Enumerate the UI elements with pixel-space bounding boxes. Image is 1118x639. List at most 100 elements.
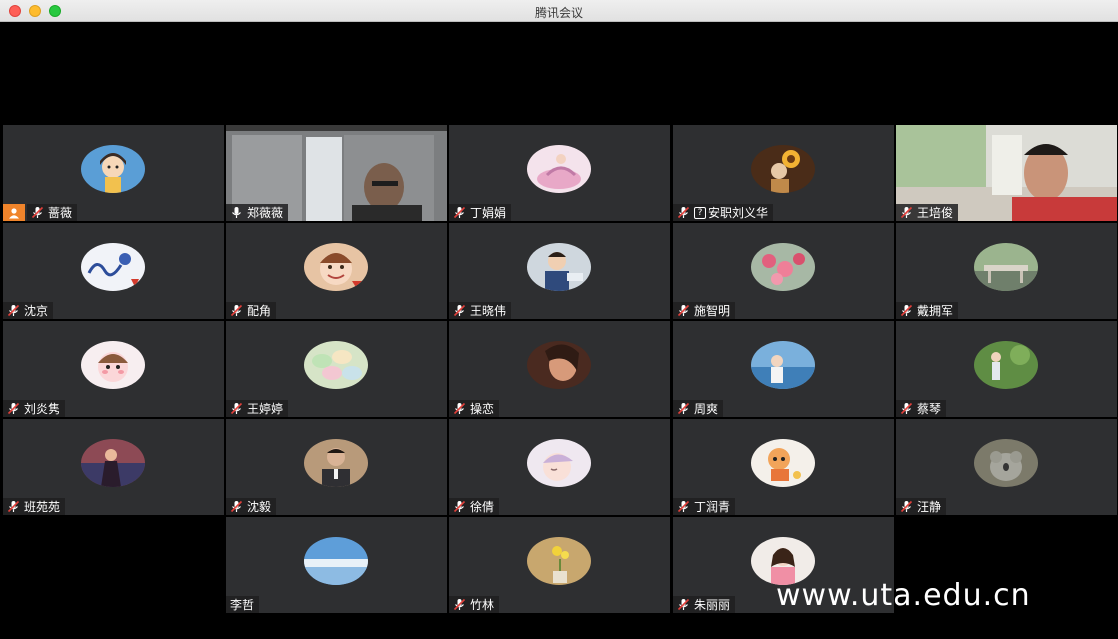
participant-avatar xyxy=(751,145,815,193)
participant-avatar xyxy=(304,243,368,291)
participant-avatar xyxy=(81,145,145,193)
unknown-device-icon: ? xyxy=(694,206,706,219)
participant-tile[interactable]: 王培俊 xyxy=(896,125,1117,221)
participant-name: 周爽 xyxy=(694,402,719,416)
participant-avatar xyxy=(751,439,815,487)
muted-mic-icon xyxy=(900,500,913,513)
participant-name-bar: 班苑苑 xyxy=(3,498,66,515)
participant-tile[interactable]: 丁娟娟 xyxy=(449,125,670,221)
participant-name: 汪静 xyxy=(917,500,942,514)
muted-mic-icon xyxy=(900,402,913,415)
participant-name-bar: 配角 xyxy=(226,302,277,319)
participant-name-bar: 王培俊 xyxy=(896,204,959,221)
mic-icon xyxy=(232,207,241,218)
participant-tile[interactable]: 蔡琴 xyxy=(896,321,1117,417)
host-icon xyxy=(3,204,25,221)
participant-name: 蔡琴 xyxy=(917,402,942,416)
participant-tile[interactable]: 周爽 xyxy=(673,321,894,417)
participant-name-bar: 王婷婷 xyxy=(226,400,289,417)
participant-name: 沈京 xyxy=(24,304,49,318)
participant-name-bar: 王晓伟 xyxy=(449,302,512,319)
participant-name: 班苑苑 xyxy=(24,500,61,514)
participant-tile[interactable]: 操恋 xyxy=(449,321,670,417)
participant-avatar xyxy=(751,243,815,291)
participant-name-bar: 沈毅 xyxy=(226,498,277,515)
participant-tile[interactable]: 徐倩 xyxy=(449,419,670,515)
participant-tile[interactable]: 王晓伟 xyxy=(449,223,670,319)
muted-mic-icon xyxy=(230,402,243,415)
participant-name: 王晓伟 xyxy=(470,304,507,318)
muted-mic-icon xyxy=(677,402,690,415)
participant-tile[interactable]: 沈京 xyxy=(3,223,224,319)
participant-tile[interactable]: 汪静 xyxy=(896,419,1117,515)
participant-name: 朱丽丽 xyxy=(694,598,731,612)
muted-mic-icon xyxy=(677,304,690,317)
participant-tile[interactable]: 沈毅 xyxy=(226,419,447,515)
participant-tile[interactable]: 戴拥军 xyxy=(896,223,1117,319)
participant-tile[interactable]: 竹林 xyxy=(449,517,670,613)
muted-mic-icon xyxy=(453,500,466,513)
participant-name: 戴拥军 xyxy=(917,304,954,318)
participant-tile[interactable]: ? 安职刘义华 xyxy=(673,125,894,221)
participant-avatar xyxy=(527,439,591,487)
participant-tile[interactable]: 班苑苑 xyxy=(3,419,224,515)
participant-name-bar: 汪静 xyxy=(896,498,947,515)
participant-tile[interactable]: 郑薇薇 xyxy=(226,125,447,221)
muted-mic-icon xyxy=(7,500,20,513)
muted-mic-icon xyxy=(453,598,466,611)
participant-name: 配角 xyxy=(247,304,272,318)
participant-name-bar: 施智明 xyxy=(673,302,736,319)
participant-name-bar: 刘炎隽 xyxy=(3,400,66,417)
participant-tile[interactable]: 李哲 xyxy=(226,517,447,613)
participant-name: 施智明 xyxy=(694,304,731,318)
participant-name: 郑薇薇 xyxy=(247,206,284,220)
participant-name: 蔷薇 xyxy=(48,206,73,220)
participant-name-bar: 蔡琴 xyxy=(896,400,947,417)
participant-name-bar: 丁润青 xyxy=(673,498,736,515)
participant-avatar xyxy=(527,341,591,389)
participant-name: 王培俊 xyxy=(917,206,954,220)
muted-mic-icon xyxy=(230,304,243,317)
window-titlebar: 腾讯会议 xyxy=(0,0,1118,22)
participant-tile[interactable]: 刘炎隽 xyxy=(3,321,224,417)
participant-avatar xyxy=(81,243,145,291)
muted-mic-icon xyxy=(677,206,690,219)
participant-tile[interactable]: 丁润青 xyxy=(673,419,894,515)
participant-avatar xyxy=(304,439,368,487)
window-title: 腾讯会议 xyxy=(534,6,583,20)
muted-mic-icon xyxy=(453,206,466,219)
participant-avatar xyxy=(81,341,145,389)
participant-avatar xyxy=(751,341,815,389)
participant-name: 刘炎隽 xyxy=(24,402,61,416)
participant-name: 操恋 xyxy=(470,402,495,416)
muted-mic-icon xyxy=(677,598,690,611)
participant-name-bar: 徐倩 xyxy=(449,498,500,515)
participant-name-bar: 戴拥军 xyxy=(896,302,959,319)
participant-name-bar: 蔷薇 xyxy=(27,204,78,221)
participant-name-bar: 操恋 xyxy=(449,400,500,417)
participant-name-bar: 周爽 xyxy=(673,400,724,417)
participant-tile[interactable]: 配角 xyxy=(226,223,447,319)
muted-mic-icon xyxy=(900,206,913,219)
participant-name-bar: 丁娟娟 xyxy=(449,204,512,221)
participant-tile[interactable]: 王婷婷 xyxy=(226,321,447,417)
participant-tile[interactable]: 蔷薇 xyxy=(3,125,224,221)
muted-mic-icon xyxy=(677,500,690,513)
watermark-text: www.uta.edu.cn xyxy=(776,578,1031,613)
participant-avatar xyxy=(527,537,591,585)
participant-name-bar: ? 安职刘义华 xyxy=(673,204,774,221)
participant-avatar xyxy=(527,145,591,193)
participant-name-bar: 郑薇薇 xyxy=(226,204,289,221)
participant-avatar xyxy=(974,439,1038,487)
participant-name: 安职刘义华 xyxy=(708,206,769,220)
participant-tile[interactable]: 施智明 xyxy=(673,223,894,319)
muted-mic-icon xyxy=(7,402,20,415)
participant-name-bar: 朱丽丽 xyxy=(673,596,736,613)
participant-name: 沈毅 xyxy=(247,500,272,514)
muted-mic-icon xyxy=(900,304,913,317)
participant-avatar xyxy=(304,537,368,585)
participant-avatar xyxy=(304,341,368,389)
participant-avatar xyxy=(81,439,145,487)
participant-name: 李哲 xyxy=(230,598,255,612)
participant-grid: 蔷薇 郑薇薇 丁娟娟? 安职刘义华 王培俊 沈京 配角 王晓伟 施智明 戴拥军 刘炎隽 王婷婷 操恋 周爽… xyxy=(3,125,1117,615)
